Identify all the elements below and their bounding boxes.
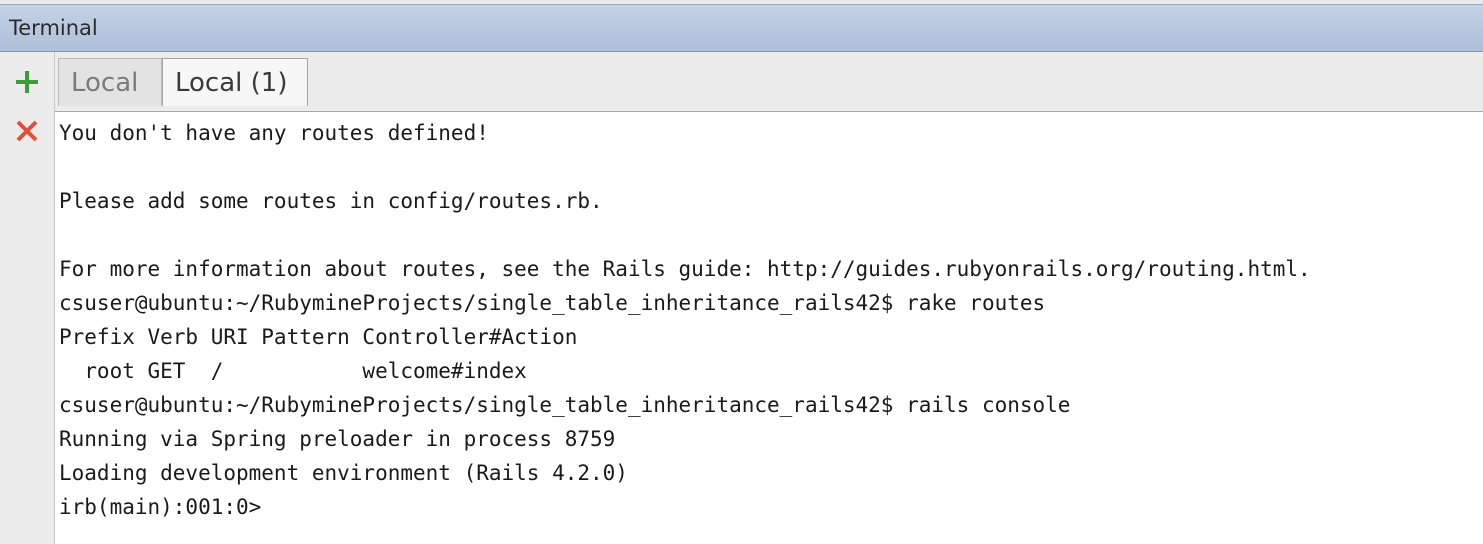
tab-label: Local (1) [175,67,288,98]
plus-icon [16,71,38,93]
terminal-line: csuser@ubuntu:~/RubymineProjects/single_… [59,291,1046,315]
terminal-line: Loading development environment (Rails 4… [59,461,628,485]
terminal-line: For more information about routes, see t… [59,257,1311,281]
terminal-line: csuser@ubuntu:~/RubymineProjects/single_… [59,393,1071,417]
terminal-title-bar: Terminal [0,4,1483,52]
terminal-line: You don't have any routes defined! [59,121,489,145]
close-icon [16,120,38,142]
terminal-side-toolbar [0,52,55,544]
terminal-prompt-line: irb(main):001:0> [59,495,262,519]
terminal-line: root GET / welcome#index [59,359,527,383]
terminal-line: Prefix Verb URI Pattern Controller#Actio… [59,325,578,349]
terminal-tab-bar: Local Local (1) [55,52,1483,112]
tab-local-1[interactable]: Local (1) [162,58,308,106]
terminal-line: Running via Spring preloader in process … [59,427,616,451]
terminal-output[interactable]: You don't have any routes defined! Pleas… [55,114,1483,544]
terminal-title: Terminal [9,16,98,40]
close-session-button[interactable] [10,114,44,148]
terminal-line: Please add some routes in config/routes.… [59,189,603,213]
tab-local[interactable]: Local [58,58,162,106]
tab-label: Local [71,67,139,98]
new-session-button[interactable] [10,65,44,99]
